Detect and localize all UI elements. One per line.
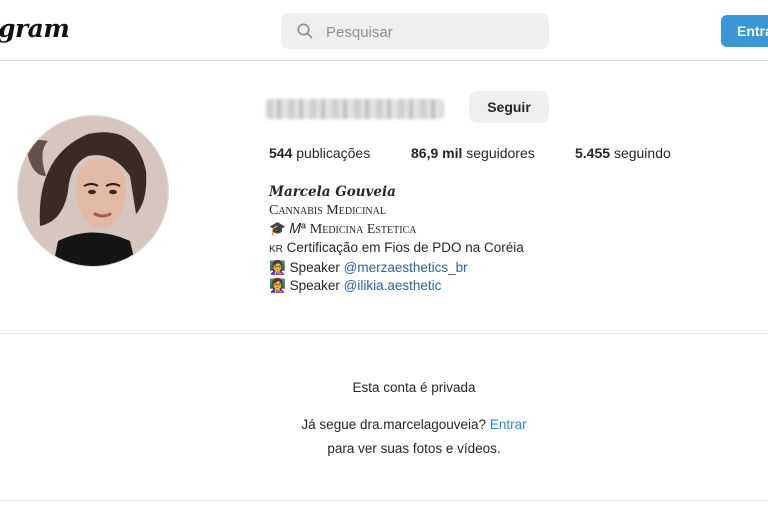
- private-account-subtitle: para ver suas fotos e vídeos.: [327, 441, 501, 456]
- following-label: seguindo: [613, 145, 671, 161]
- search-input[interactable]: [324, 19, 543, 45]
- top-navigation-bar: gram Entrar: [0, 0, 768, 61]
- follow-button[interactable]: Seguir: [469, 91, 549, 123]
- profile-full-name: Marcela Gouveia: [269, 184, 396, 200]
- bio-line-3-text: Certificação em Fios de PDO na Coréia: [286, 240, 524, 255]
- korea-flag-icon: KR: [269, 244, 283, 255]
- search-icon: [297, 23, 313, 39]
- username-blurred: [266, 99, 444, 119]
- posts-stat: 544 publicações: [269, 145, 370, 161]
- bio-line-4-text: Speaker: [289, 260, 340, 275]
- bio-line-2: 🎓 𝑀ª Medicina Estetica: [269, 220, 524, 239]
- instagram-logo[interactable]: gram: [0, 14, 70, 43]
- profile-avatar: [18, 116, 168, 266]
- private-account-title: Esta conta é privada: [352, 380, 476, 395]
- bio-line-3: KR Certificação em Fios de PDO na Coréia: [269, 239, 524, 259]
- followers-label: seguidores: [466, 145, 535, 161]
- avatar-image: [18, 116, 168, 266]
- mention-link-ilikia[interactable]: @ilikia.aesthetic: [344, 278, 442, 293]
- private-login-link[interactable]: Entrar: [490, 417, 527, 432]
- bio-line-1: Cannabis Medicinal: [269, 201, 524, 220]
- bio-line-2-text: Medicina Estetica: [309, 222, 417, 237]
- section-divider: [0, 333, 768, 334]
- private-account-question: Já segue dra.marcelagouveia? Entrar: [0, 417, 768, 432]
- bio-line-4: 👩‍🏫 Speaker @merzaesthetics_br: [269, 259, 524, 277]
- bio-line-1-text: Cannabis Medicinal: [269, 203, 386, 218]
- posts-label: publicações: [296, 145, 371, 161]
- posts-count: 544: [269, 145, 293, 161]
- login-button[interactable]: Entrar: [721, 15, 768, 47]
- following-stat[interactable]: 5.455 seguindo: [575, 145, 671, 161]
- profile-bio: Marcela Gouveia Cannabis Medicinal 🎓 𝑀ª …: [269, 183, 524, 295]
- teacher-icon: 👩‍🏫: [269, 278, 286, 293]
- teacher-icon: 👩‍🏫: [269, 260, 286, 275]
- followers-count: 86,9 mil: [411, 145, 463, 161]
- graduation-cap-icon: 🎓: [269, 221, 286, 236]
- bio-line-5: 👩‍🏫 Speaker @ilikia.aesthetic: [269, 277, 524, 295]
- mention-link-merz[interactable]: @merzaesthetics_br: [344, 260, 468, 275]
- private-question-text: Já segue dra.marcelagouveia?: [301, 417, 487, 432]
- section-divider-bottom: [0, 500, 768, 501]
- bio-line-5-text: Speaker: [289, 278, 340, 293]
- search-box[interactable]: [281, 13, 549, 49]
- followers-stat[interactable]: 86,9 mil seguidores: [411, 145, 535, 161]
- bio-line-2-prefix: 𝑀ª: [289, 221, 306, 236]
- following-count: 5.455: [575, 145, 611, 161]
